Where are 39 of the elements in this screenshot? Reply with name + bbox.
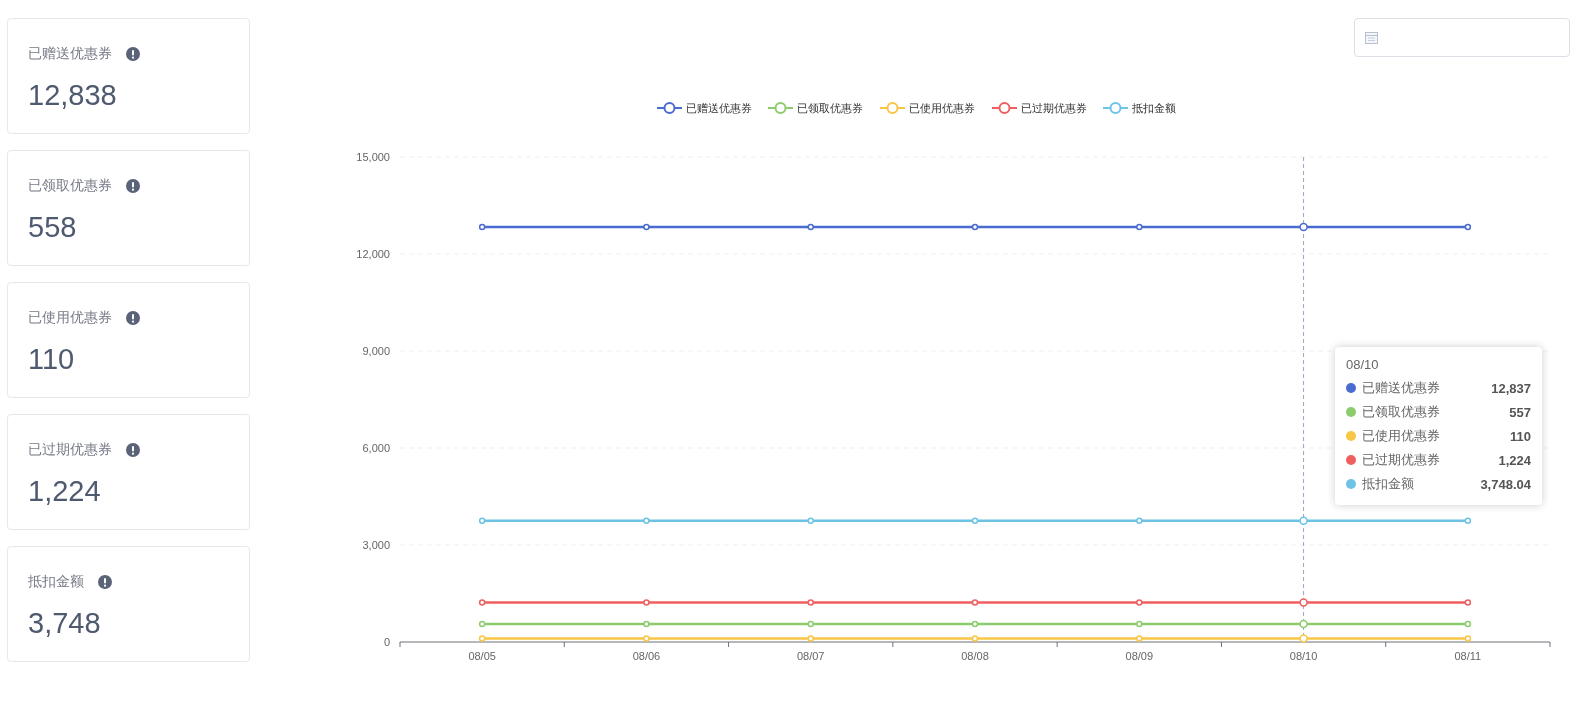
y-tick-label: 9,000: [362, 345, 390, 357]
tooltip-series-name: 已过期优惠券: [1362, 451, 1441, 469]
stat-value: 1,224: [28, 475, 102, 508]
tooltip-series-name: 抵扣金额: [1362, 475, 1415, 493]
tooltip-title: 08/10: [1346, 357, 1380, 372]
x-tick-label: 08/09: [1125, 650, 1154, 662]
x-tick-label: 08/08: [961, 650, 989, 662]
legend-label: 已领取优惠券: [797, 102, 863, 114]
tooltip-value: 1,224: [1498, 452, 1531, 468]
stat-label: 已使用优惠券: [28, 309, 112, 327]
legend-label: 已过期优惠券: [1021, 102, 1087, 114]
x-tick-label: 08/10: [1289, 650, 1318, 662]
x-tick-label: 08/11: [1454, 650, 1482, 662]
y-tick-label: 15,000: [356, 151, 390, 163]
stat-label: 已赠送优惠券: [28, 45, 112, 63]
x-tick-label: 08/05: [468, 650, 496, 662]
stat-label: 已过期优惠券: [28, 441, 112, 459]
stat-value: 12,838: [28, 79, 118, 112]
legend-label: 已赠送优惠券: [686, 102, 752, 114]
tooltip-value: 3,748.04: [1480, 476, 1531, 492]
tooltip-value: 12,837: [1491, 380, 1531, 396]
tooltip-series-name: 已使用优惠券: [1362, 427, 1441, 445]
legend-label: 抵扣金额: [1131, 102, 1176, 114]
legend-label: 已使用优惠券: [909, 102, 975, 114]
tooltip-value: 557: [1509, 404, 1531, 420]
stat-value: 110: [28, 343, 76, 376]
tooltip-series-name: 已领取优惠券: [1362, 403, 1441, 421]
tooltip-series-name: 已赠送优惠券: [1362, 379, 1441, 397]
x-tick-label: 08/06: [632, 650, 661, 662]
y-tick-label: 6,000: [362, 442, 390, 454]
stat-label: 抵扣金额: [28, 573, 84, 591]
y-tick-label: 3,000: [362, 539, 390, 551]
tooltip-value: 110: [1510, 428, 1531, 444]
x-tick-label: 08/07: [796, 650, 825, 662]
stat-label: 已领取优惠券: [28, 177, 112, 195]
stat-value: 558: [28, 211, 78, 244]
y-tick-label: 0: [383, 636, 390, 648]
stat-value: 3,748: [28, 607, 102, 640]
y-tick-label: 12,000: [356, 248, 390, 260]
